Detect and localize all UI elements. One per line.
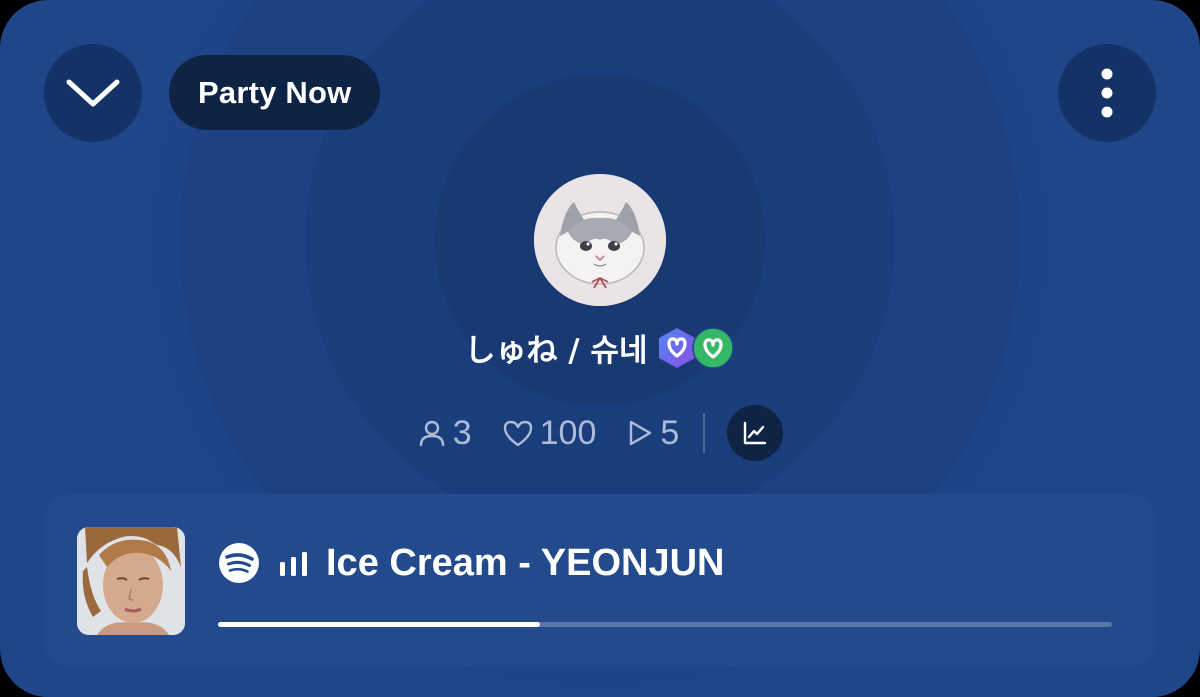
cat-avatar-image [534,174,666,306]
likes-stat: 100 [502,413,597,453]
progress-bar[interactable] [218,622,1112,627]
track-row: Ice Cream - YEONJUN [218,538,724,588]
listeners-count: 3 [452,413,472,452]
track-title: Ice Cream - YEONJUN [326,541,725,584]
album-art [77,527,185,635]
chevron-down-icon [66,79,120,107]
album-cover-image [77,527,185,635]
listeners-stat: 3 [417,414,472,453]
spotify-icon [219,543,259,583]
heart-icon [503,420,532,447]
line-chart-icon [744,421,767,445]
username-row: しゅね / 슈네 [0,325,1200,370]
avatar[interactable] [534,174,666,306]
progress-fill [218,622,540,627]
party-now-label[interactable]: Party Now [169,55,381,130]
circle-heart-badge-icon [692,326,735,369]
play-icon [630,420,652,446]
now-playing-card[interactable]: Ice Cream - YEONJUN [44,494,1156,667]
badge-group [655,326,735,370]
likes-count: 100 [539,413,597,452]
stats-row: 3 100 5 [0,405,1200,461]
equalizer-bars-icon [280,552,307,576]
person-icon [419,420,444,447]
plays-stat: 5 [626,414,679,453]
stats-divider [703,413,706,453]
analytics-button[interactable] [727,405,784,461]
username: しゅね / 슈네 [464,333,648,369]
plays-count: 5 [660,413,680,452]
more-vertical-icon [1101,68,1113,118]
more-options-button[interactable] [1058,44,1156,142]
party-screen: Party Now しゅね / 슈네 3 100 5 Ice Cream - Y… [0,0,1200,697]
collapse-button[interactable] [44,44,142,142]
